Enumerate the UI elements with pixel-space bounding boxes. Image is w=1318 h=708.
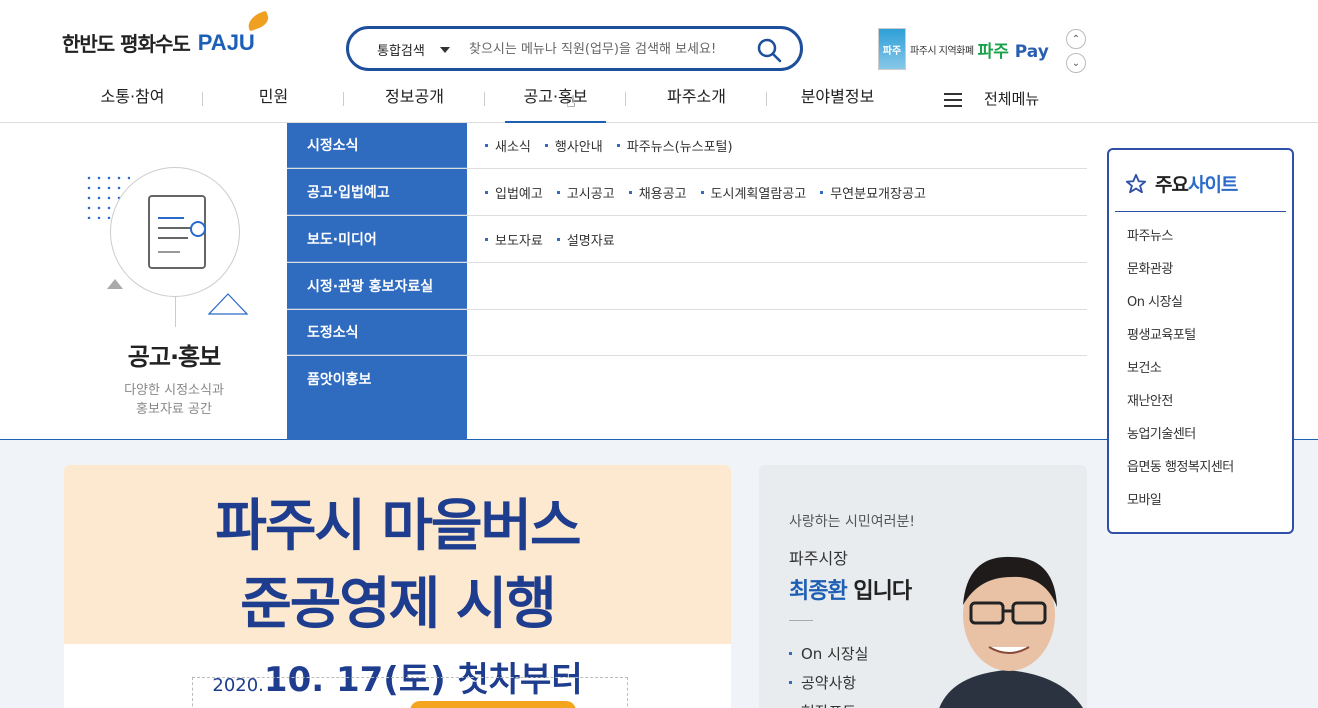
site-link[interactable]: 재난안전 <box>1127 392 1234 425</box>
nav-item-info[interactable]: 정보공개 <box>344 84 485 114</box>
submenu-category[interactable]: 시정소식 <box>287 123 467 168</box>
logo-bird-icon <box>245 10 271 31</box>
pay-caption: 파주시 지역화폐 <box>910 45 974 57</box>
mayor-link[interactable]: On 시장실 <box>789 639 868 668</box>
search-bar: 통합검색 <box>346 26 803 71</box>
logo-slogan: 한반도 평화수도 <box>62 32 191 56</box>
divider-line <box>789 620 813 621</box>
all-menu-button[interactable]: 전체메뉴 <box>944 88 1039 109</box>
all-menu-label: 전체메뉴 <box>984 90 1040 108</box>
caret-down-icon[interactable] <box>440 47 450 53</box>
submenu-link[interactable]: 보도자료 <box>485 230 543 249</box>
pay-brand: 파주 Pay <box>977 41 1049 62</box>
submenu-row: 도정소식 <box>287 310 1087 356</box>
bus-banner[interactable]: 파주시 마을버스 준공영제 시행 2020.10. 17(토) 첫차부터 <box>64 465 731 708</box>
menu-title: 공고·홍보 <box>127 343 221 371</box>
banner-time-pill <box>410 701 576 708</box>
submenu-row: 보도·미디어 보도자료 설명자료 <box>287 217 1087 263</box>
submenu-link[interactable]: 채용공고 <box>629 183 687 202</box>
banner-title-line2: 준공영제 시행 <box>240 572 557 637</box>
divider-line <box>1115 211 1286 212</box>
submenu-link[interactable]: 행사안내 <box>545 136 603 155</box>
submenu-row: 공고·입법예고 입법예고 고시공고 채용공고 도시계획열람공고 무연분묘개장공고 <box>287 170 1087 216</box>
banner-title-line1: 파주시 마을버스 <box>215 494 581 559</box>
menu-intro: 공고·홍보 다양한 시정소식과 홍보자료 공간 <box>60 123 288 440</box>
main-sites-header: 주요 사이트 <box>1125 170 1238 197</box>
submenu-links: 새소식 행사안내 파주뉴스(뉴스포털) <box>467 136 747 155</box>
triangle-decoration <box>107 279 123 289</box>
submenu-links: 보도자료 설명자료 <box>467 230 629 249</box>
banner-info: 2020.10. 17(토) 첫차부터 <box>64 644 731 708</box>
site-link[interactable]: 농업기술센터 <box>1127 425 1234 458</box>
submenu-category[interactable]: 보도·미디어 <box>287 217 467 262</box>
site-link[interactable]: 파주뉴스 <box>1127 227 1234 260</box>
submenu-link[interactable]: 새소식 <box>485 136 531 155</box>
search-icon[interactable] <box>756 37 782 63</box>
submenu-link[interactable]: 설명자료 <box>557 230 615 249</box>
mayor-greeting: 사랑하는 시민여러분! <box>789 514 915 530</box>
site-link[interactable]: 평생교육포털 <box>1127 326 1234 359</box>
nav-item-fields[interactable]: 분야별정보 <box>767 84 908 114</box>
search-category-select[interactable]: 통합검색 <box>377 40 425 59</box>
submenu-link[interactable]: 파주뉴스(뉴스포털) <box>617 136 733 155</box>
chevron-down-icon: ⌄ <box>1071 57 1081 69</box>
submenu-category[interactable]: 품앗이홍보 <box>287 356 467 402</box>
logo-brand: PAJU <box>198 10 271 56</box>
submenu-link[interactable]: 고시공고 <box>557 183 615 202</box>
submenu-row: 시정·관광 홍보자료실 <box>287 264 1087 310</box>
main-sites-panel: 주요 사이트 파주뉴스 문화관광 On 시장실 평생교육포털 보건소 재난안전 농… <box>1107 148 1294 534</box>
submenu-link[interactable]: 입법예고 <box>485 183 543 202</box>
pay-card-image: 파주 <box>878 28 906 70</box>
site-header: 한반도 평화수도 PAJU 통합검색 파주 파주시 지역화폐 파주 Pay ⌃ … <box>0 0 1318 124</box>
nav-item-about[interactable]: 파주소개 <box>626 84 767 114</box>
scroll-down-button[interactable]: ⌄ <box>1066 53 1086 73</box>
site-link[interactable]: 모바일 <box>1127 491 1234 524</box>
submenu-category[interactable]: 도정소식 <box>287 310 467 355</box>
site-link[interactable]: 문화관광 <box>1127 260 1234 293</box>
menu-description: 다양한 시정소식과 홍보자료 공간 <box>124 383 224 417</box>
submenu-category[interactable]: 공고·입법예고 <box>287 170 467 215</box>
hand-cursor-icon: ☝ <box>566 92 576 111</box>
chevron-up-icon: ⌃ <box>1071 33 1081 45</box>
seal-icon <box>190 221 206 237</box>
site-link[interactable]: 읍면동 행정복지센터 <box>1127 458 1234 491</box>
submenu-link[interactable]: 무연분묘개장공고 <box>820 183 926 202</box>
mayor-links: On 시장실 공약사항 현장포토 <box>789 639 868 708</box>
main-nav: 소통·참여 민원 정보공개 공고·홍보 파주소개 분야별정보 <box>62 84 908 124</box>
paju-pay-banner[interactable]: 파주 파주시 지역화폐 파주 Pay <box>878 28 1049 70</box>
search-input[interactable] <box>469 37 739 61</box>
divider-line <box>175 297 176 327</box>
triangle-outline-decoration <box>208 293 248 315</box>
hamburger-icon <box>944 92 962 107</box>
mayor-photo <box>939 556 1084 708</box>
submenu-row: 시정소식 새소식 행사안내 파주뉴스(뉴스포털) <box>287 123 1087 169</box>
mayor-name: 최종환 입니다 <box>789 579 912 604</box>
submenu-links: 입법예고 고시공고 채용공고 도시계획열람공고 무연분묘개장공고 <box>467 183 940 202</box>
mayor-link[interactable]: 현장포토 <box>789 697 868 708</box>
mayor-link[interactable]: 공약사항 <box>789 668 868 697</box>
nav-item-communication[interactable]: 소통·참여 <box>62 84 203 114</box>
site-link[interactable]: On 시장실 <box>1127 293 1234 326</box>
submenu-category[interactable]: 시정·관광 홍보자료실 <box>287 264 467 309</box>
site-link[interactable]: 보건소 <box>1127 359 1234 392</box>
main-sites-list: 파주뉴스 문화관광 On 시장실 평생교육포털 보건소 재난안전 농업기술센터 … <box>1127 227 1234 524</box>
mayor-role: 파주시장 <box>789 549 848 568</box>
mayor-panel: 사랑하는 시민여러분! 파주시장 최종환 입니다 On 시장실 공약사항 현장포… <box>759 465 1087 708</box>
submenu-row: 품앗이홍보 <box>287 356 1087 402</box>
star-icon <box>1125 173 1147 193</box>
submenu-link[interactable]: 도시계획열람공고 <box>701 183 807 202</box>
scroll-up-button[interactable]: ⌃ <box>1066 29 1086 49</box>
site-logo[interactable]: 한반도 평화수도 PAJU <box>62 10 271 57</box>
nav-item-notice[interactable]: 공고·홍보 <box>485 84 626 124</box>
nav-item-civil[interactable]: 민원 <box>203 84 344 114</box>
